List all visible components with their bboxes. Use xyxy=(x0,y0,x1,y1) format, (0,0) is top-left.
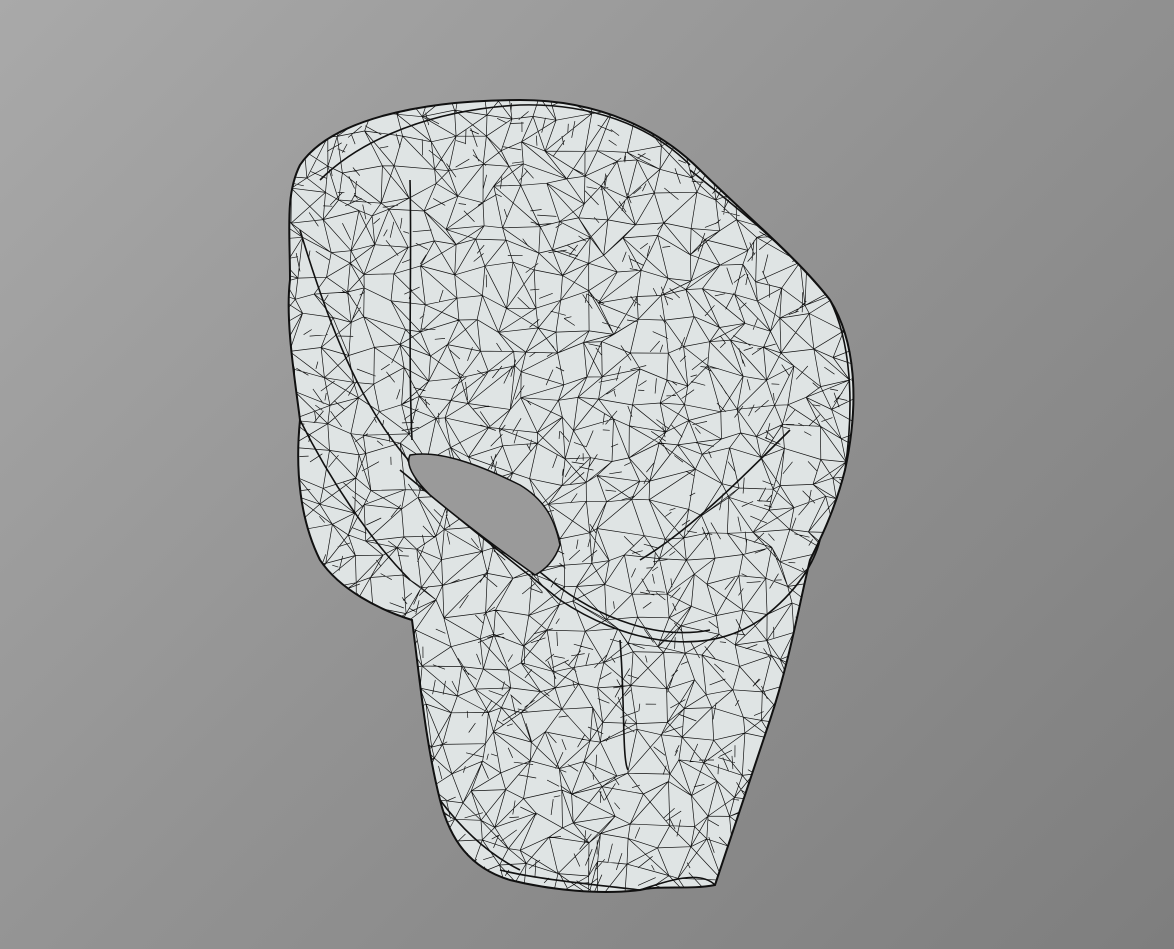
mesh-model[interactable] xyxy=(0,0,1174,949)
mesh-surface xyxy=(287,98,855,893)
mesh-body xyxy=(287,98,855,893)
3d-viewport[interactable] xyxy=(0,0,1174,949)
